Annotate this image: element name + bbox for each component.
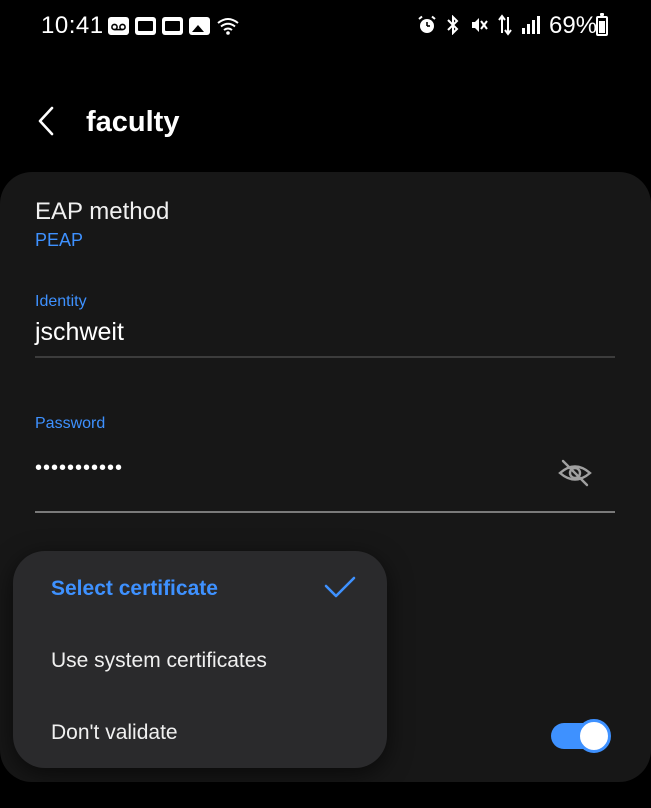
toggle-switch[interactable] [551, 719, 611, 753]
check-icon [324, 576, 356, 598]
battery-percent: 69% [549, 12, 598, 39]
menu-item-label: Use system certificates [51, 649, 267, 672]
identity-label: Identity [35, 293, 87, 310]
identity-field[interactable]: jschweit [35, 318, 615, 347]
status-left-icons [108, 16, 240, 36]
header: faculty [0, 90, 651, 154]
show-password-toggle[interactable] [557, 457, 593, 489]
password-field[interactable]: ••••••••••• [35, 457, 615, 480]
alarm-icon [418, 15, 436, 33]
eye-off-icon [558, 459, 592, 487]
eap-method-label[interactable]: EAP method [35, 198, 615, 226]
back-button[interactable] [30, 102, 66, 142]
password-underline [35, 511, 615, 513]
gallery-icon [189, 17, 210, 35]
bluetooth-icon [447, 15, 459, 35]
menu-item-label: Don't validate [51, 721, 178, 744]
mute-icon [472, 18, 488, 32]
menu-item-dont-validate[interactable]: Don't validate [13, 697, 387, 769]
back-chevron-icon [38, 106, 54, 136]
sim-icon [162, 17, 183, 35]
data-icon [498, 14, 512, 36]
status-bar: 10:41 69% [0, 0, 651, 52]
status-right-icons [417, 14, 541, 36]
sim-icon [135, 17, 156, 35]
menu-item-label: Select certificate [51, 577, 218, 600]
eap-method-value: PEAP [35, 230, 84, 250]
page-title: faculty [86, 106, 180, 138]
battery-icon [596, 13, 608, 36]
wifi-icon [217, 18, 239, 35]
password-label: Password [35, 415, 106, 432]
status-time: 10:41 [41, 12, 104, 39]
certificate-dropdown-menu: Select certificate Use system certificat… [13, 551, 387, 768]
identity-underline [35, 356, 615, 358]
toggle-knob [577, 719, 611, 753]
voicemail-icon [108, 17, 129, 35]
menu-item-select-certificate[interactable]: Select certificate [13, 553, 387, 625]
signal-icon [522, 16, 540, 34]
menu-item-use-system-certificates[interactable]: Use system certificates [13, 625, 387, 697]
